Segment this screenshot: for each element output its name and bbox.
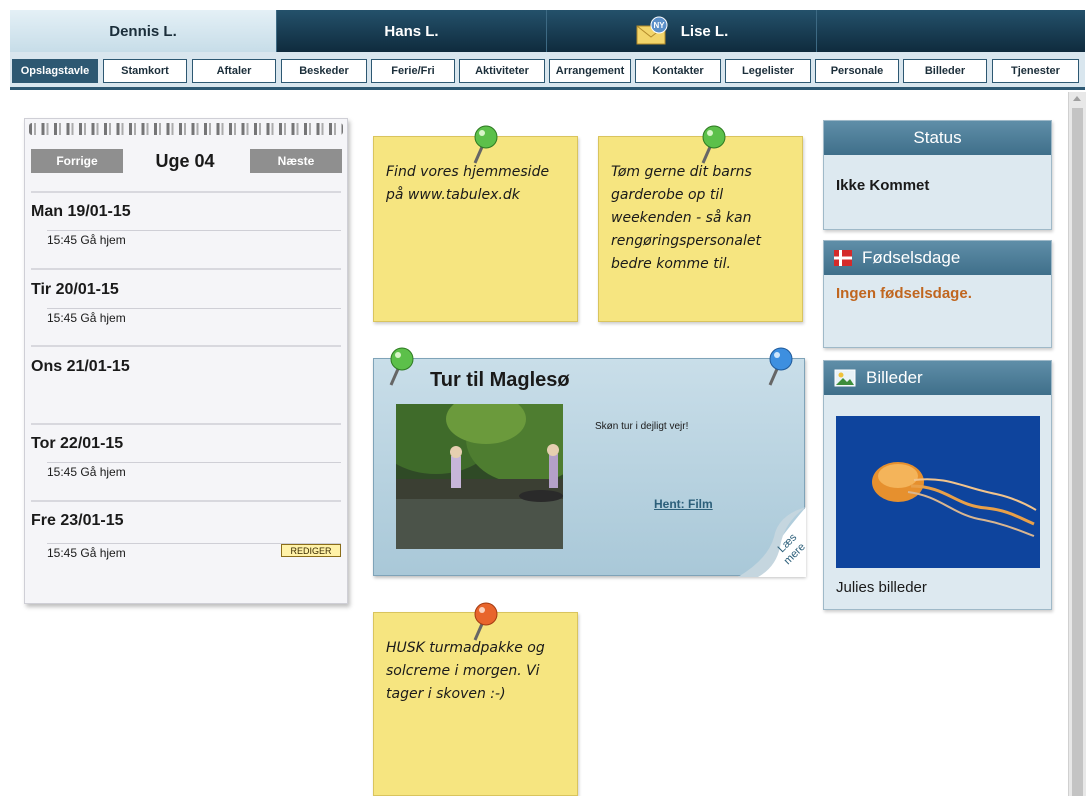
day-date: Man 19/01-15: [31, 203, 131, 220]
new-message-envelope-icon: NY: [636, 16, 668, 45]
next-week-button[interactable]: Næste: [250, 149, 342, 173]
picture-icon: [834, 369, 856, 387]
day-entry: 15:45 Gå hjem: [47, 308, 341, 325]
danish-flag-icon: [834, 250, 852, 266]
download-film-link[interactable]: Hent: Film: [654, 497, 713, 511]
birthdays-panel-title: Fødselsdage: [862, 248, 961, 267]
nav-billeder[interactable]: Billeder: [903, 59, 987, 83]
nav-opslagstavle[interactable]: Opslagstavle: [12, 59, 98, 83]
scroll-thumb[interactable]: [1072, 108, 1083, 796]
child-tab-hans[interactable]: Hans L.: [276, 10, 546, 52]
day-date: Tir 20/01-15: [31, 281, 119, 298]
jellyfish-photo[interactable]: [836, 416, 1040, 568]
day-separator: [31, 191, 341, 193]
birthdays-panel-header: Fødselsdage: [824, 241, 1051, 275]
child-tab-label: Lise L.: [680, 22, 729, 40]
blue-pin-icon: [768, 347, 793, 386]
note-text: HUSK turmadpakke og solcreme i morgen. V…: [386, 640, 545, 702]
pictures-caption[interactable]: Julies billeder: [836, 579, 927, 596]
child-tabs: Dennis L. Hans L. NY Lise L.: [10, 10, 1085, 52]
note-text: Find vores hjemmeside på www.tabulex.dk: [386, 164, 550, 203]
child-tab-lise[interactable]: NY Lise L.: [546, 10, 816, 52]
day-entry: 15:45 Gå hjem: [47, 462, 341, 479]
nav-stamkort[interactable]: Stamkort: [103, 59, 187, 83]
day-separator: [31, 345, 341, 347]
album-card[interactable]: Tur til Maglesø Skøn tur i dejligt vejr!…: [373, 358, 806, 577]
nav-aftaler[interactable]: Aftaler: [192, 59, 276, 83]
week-title: Uge 04: [155, 151, 215, 171]
birthdays-value: Ingen fødselsdage.: [836, 285, 972, 302]
day-separator: [31, 423, 341, 425]
vertical-scrollbar[interactable]: [1068, 92, 1086, 796]
spiral-binding: [29, 123, 343, 135]
status-panel-header: Status: [824, 121, 1051, 155]
status-value: Ikke Kommet: [836, 177, 930, 194]
day-date: Tor 22/01-15: [31, 435, 124, 452]
main-nav: Opslagstavle Stamkort Aftaler Beskeder F…: [10, 52, 1085, 90]
child-tab-label: Dennis L.: [109, 22, 177, 40]
nav-legelister[interactable]: Legelister: [725, 59, 811, 83]
album-photo[interactable]: [396, 404, 563, 549]
pictures-panel-header: Billeder: [824, 361, 1051, 395]
album-title: Tur til Maglesø: [430, 369, 570, 391]
new-badge: NY: [653, 21, 665, 30]
week-calendar: Forrige Uge 04 Næste Man 19/01-15 15:45 …: [24, 118, 348, 604]
day-separator: [31, 268, 341, 270]
nav-ferie-fri[interactable]: Ferie/Fri: [371, 59, 455, 83]
green-pin-icon: [473, 125, 498, 164]
day-date: Ons 21/01-15: [31, 358, 130, 375]
scroll-up-arrow-icon[interactable]: [1073, 96, 1081, 101]
nav-personale[interactable]: Personale: [815, 59, 899, 83]
green-pin-icon: [389, 347, 414, 386]
pictures-panel-title: Billeder: [866, 368, 923, 387]
child-tab-dennis[interactable]: Dennis L.: [10, 10, 276, 52]
read-more-page-curl[interactable]: Læs mere: [738, 507, 806, 577]
nav-beskeder[interactable]: Beskeder: [281, 59, 367, 83]
nav-aktiviteter[interactable]: Aktiviteter: [459, 59, 545, 83]
day-date: Fre 23/01-15: [31, 512, 124, 529]
child-tab-empty: [816, 10, 1085, 52]
status-panel: Status Ikke Kommet: [823, 120, 1052, 230]
birthdays-panel: Fødselsdage Ingen fødselsdage.: [823, 240, 1052, 348]
child-tab-label: Hans L.: [384, 22, 439, 40]
previous-week-button[interactable]: Forrige: [31, 149, 123, 173]
edit-button[interactable]: REDIGER: [281, 544, 341, 557]
orange-pin-icon: [473, 602, 498, 641]
green-pin-icon: [701, 125, 726, 164]
album-caption: Skøn tur i dejligt vejr!: [595, 421, 689, 432]
note-text: Tøm gerne dit barns garderobe op til wee…: [611, 164, 761, 272]
nav-kontakter[interactable]: Kontakter: [635, 59, 721, 83]
nav-tjenester[interactable]: Tjenester: [992, 59, 1079, 83]
day-separator: [31, 500, 341, 502]
nav-arrangement[interactable]: Arrangement: [549, 59, 631, 83]
day-entry: 15:45 Gå hjem: [47, 230, 341, 247]
status-panel-title: Status: [913, 128, 962, 147]
pictures-panel: Billeder Julies billeder: [823, 360, 1052, 610]
